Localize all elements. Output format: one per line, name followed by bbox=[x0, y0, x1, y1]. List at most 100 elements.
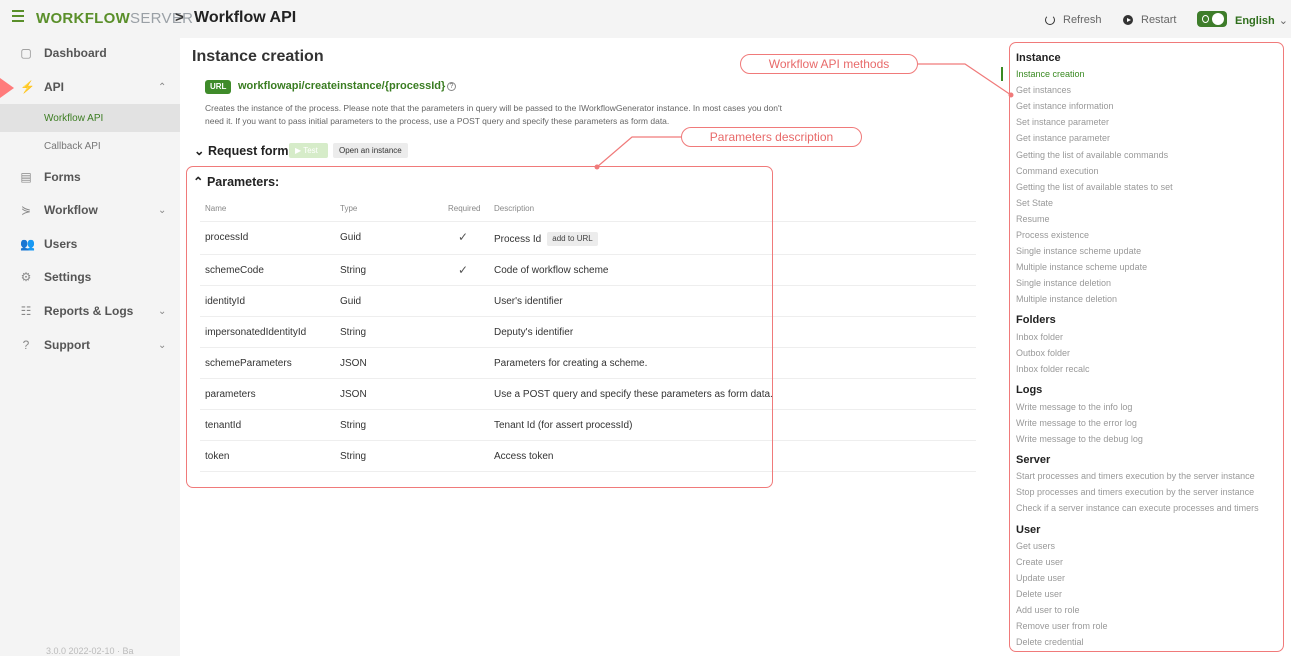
params-connector-line bbox=[596, 136, 681, 168]
nav-link[interactable]: Get instance parameter bbox=[1016, 133, 1110, 143]
forms-icon: ▤ bbox=[20, 170, 32, 184]
refresh-icon bbox=[1045, 15, 1055, 25]
nav-link[interactable]: Resume bbox=[1016, 214, 1050, 224]
nav-link[interactable]: Write message to the debug log bbox=[1016, 434, 1143, 444]
sidebar-subitem-label: Callback API bbox=[44, 140, 101, 152]
nav-link[interactable]: Inbox folder bbox=[1016, 332, 1063, 342]
nav-link[interactable]: Update user bbox=[1016, 573, 1065, 583]
sidebar-subitem-label: Workflow API bbox=[44, 112, 104, 124]
nav-link[interactable]: Start processes and timers execution by … bbox=[1016, 471, 1255, 481]
nav-section-user: User bbox=[1016, 524, 1041, 536]
methods-connector-line bbox=[918, 63, 1012, 96]
version-info: 3.0.0 2022-02-10 · Ba bbox=[46, 646, 134, 656]
sidebar-item-label: Workflow bbox=[44, 203, 98, 217]
sidebar-item-label: Reports & Logs bbox=[44, 304, 134, 318]
chevron-up-icon: ⌃ bbox=[158, 81, 167, 93]
sidebar-item-label: API bbox=[44, 80, 65, 94]
request-form-toggle[interactable]: ⌄ Request form bbox=[194, 143, 289, 158]
sidebar: ▢ Dashboard ⚡ API ⌃ Workflow API Callbac… bbox=[0, 38, 180, 656]
nav-link[interactable]: Remove user from role bbox=[1016, 621, 1108, 631]
nav-link[interactable]: Process existence bbox=[1016, 230, 1089, 240]
nav-link[interactable]: Set State bbox=[1016, 198, 1053, 208]
refresh-button[interactable]: Refresh bbox=[1045, 14, 1102, 26]
nav-link[interactable]: Get instances bbox=[1016, 85, 1071, 95]
nav-link[interactable]: Command execution bbox=[1016, 166, 1099, 176]
settings-icon: ⚙ bbox=[20, 270, 32, 284]
language-select[interactable]: English ⌄ bbox=[1235, 14, 1288, 27]
nav-link[interactable]: Write message to the info log bbox=[1016, 402, 1132, 412]
parameters-description-callout: Parameters description bbox=[681, 127, 862, 147]
nav-section-logs: Logs bbox=[1016, 384, 1043, 396]
sidebar-item-dashboard[interactable]: ▢ Dashboard bbox=[0, 38, 180, 68]
nav-link[interactable]: Getting the list of available commands bbox=[1016, 150, 1168, 160]
chevron-down-icon: ⌄ bbox=[158, 339, 167, 351]
open-instance-button[interactable]: Open an instance bbox=[333, 143, 408, 158]
nav-link[interactable]: Single instance deletion bbox=[1016, 278, 1111, 288]
nav-link[interactable]: Create user bbox=[1016, 557, 1063, 567]
nav-link[interactable]: Delete user bbox=[1016, 589, 1062, 599]
nav-link[interactable]: Multiple instance deletion bbox=[1016, 294, 1117, 304]
sidebar-item-users[interactable]: 👥 Users bbox=[0, 229, 180, 259]
nav-link[interactable]: Single instance scheme update bbox=[1016, 246, 1141, 256]
nav-link[interactable]: Get instance information bbox=[1016, 101, 1114, 111]
support-icon: ? bbox=[22, 338, 30, 352]
sidebar-item-settings[interactable]: ⚙ Settings bbox=[0, 262, 180, 292]
dashboard-icon: ▢ bbox=[20, 46, 32, 60]
logo-bold: WORKFLOW bbox=[36, 10, 131, 27]
parameters-highlight-box bbox=[186, 166, 773, 488]
request-form-label: Request form bbox=[207, 144, 289, 158]
nav-link[interactable]: Write message to the error log bbox=[1016, 418, 1137, 428]
active-link-indicator bbox=[1001, 67, 1003, 81]
workflow-icon: ⋟ bbox=[20, 203, 32, 217]
sidebar-item-workflow[interactable]: ⋟ Workflow ⌄ bbox=[0, 195, 180, 225]
sidebar-item-forms[interactable]: ▤ Forms bbox=[0, 162, 180, 192]
sidebar-subitem-workflow-api[interactable]: Workflow API bbox=[0, 104, 180, 132]
sidebar-item-label: Settings bbox=[44, 270, 92, 284]
test-button[interactable]: ▶ Test bbox=[289, 143, 328, 158]
sidebar-item-label: Support bbox=[44, 338, 90, 352]
language-label: English bbox=[1235, 15, 1275, 27]
nav-link[interactable]: Set instance parameter bbox=[1016, 117, 1109, 127]
nav-link[interactable]: Add user to role bbox=[1016, 605, 1080, 615]
reports-icon: ☷ bbox=[20, 304, 32, 318]
nav-link[interactable]: Multiple instance scheme update bbox=[1016, 262, 1147, 272]
breadcrumb-separator: > bbox=[175, 9, 184, 26]
sidebar-item-label: Dashboard bbox=[44, 46, 107, 60]
url-badge: URL bbox=[205, 80, 232, 94]
sidebar-subitem-callback-api[interactable]: Callback API bbox=[0, 132, 180, 160]
nav-link[interactable]: Inbox folder recalc bbox=[1016, 364, 1090, 374]
plug-icon: ⚡ bbox=[20, 80, 35, 94]
refresh-label: Refresh bbox=[1063, 14, 1102, 26]
nav-link[interactable]: Getting the list of available states to … bbox=[1016, 182, 1173, 192]
api-pointer-arrow bbox=[0, 78, 14, 98]
chevron-down-icon: ⌄ bbox=[158, 204, 167, 216]
theme-toggle[interactable] bbox=[1197, 11, 1227, 27]
workflow-api-methods-callout: Workflow API methods bbox=[740, 54, 918, 74]
nav-link[interactable]: Check if a server instance can execute p… bbox=[1016, 503, 1259, 513]
api-methods-nav: Instance Instance creation Get instances… bbox=[1010, 42, 1283, 652]
nav-section-folders: Folders bbox=[1016, 314, 1056, 326]
top-bar: WORKFLOWSERVER > Workflow API Refresh Re… bbox=[0, 0, 1291, 38]
page-heading: Instance creation bbox=[192, 48, 324, 65]
restart-label: Restart bbox=[1141, 14, 1177, 26]
logo[interactable]: WORKFLOWSERVER bbox=[36, 10, 193, 27]
endpoint-url[interactable]: workflowapi/createinstance/{processId} bbox=[238, 80, 445, 92]
users-icon: 👥 bbox=[20, 237, 35, 251]
nav-link[interactable]: Stop processes and timers execution by t… bbox=[1016, 487, 1254, 497]
nav-link[interactable]: Instance creation bbox=[1016, 69, 1085, 79]
restart-button[interactable]: Restart bbox=[1123, 14, 1176, 26]
page-title: Workflow API bbox=[194, 9, 297, 26]
nav-link[interactable]: Get users bbox=[1016, 541, 1055, 551]
restart-icon bbox=[1123, 15, 1133, 25]
help-icon[interactable]: ? bbox=[447, 82, 456, 91]
sidebar-item-support[interactable]: ? Support ⌄ bbox=[0, 330, 180, 360]
sidebar-item-label: Forms bbox=[44, 170, 81, 184]
sidebar-item-api[interactable]: ⚡ API ⌃ bbox=[0, 72, 180, 102]
chevron-down-icon: ⌄ bbox=[158, 305, 167, 317]
chevron-down-icon: ⌄ bbox=[1278, 15, 1288, 27]
nav-section-server: Server bbox=[1016, 454, 1051, 466]
menu-icon[interactable] bbox=[12, 10, 26, 24]
nav-link[interactable]: Delete credential bbox=[1016, 637, 1084, 647]
sidebar-item-reports-logs[interactable]: ☷ Reports & Logs ⌄ bbox=[0, 296, 180, 326]
nav-link[interactable]: Outbox folder bbox=[1016, 348, 1070, 358]
